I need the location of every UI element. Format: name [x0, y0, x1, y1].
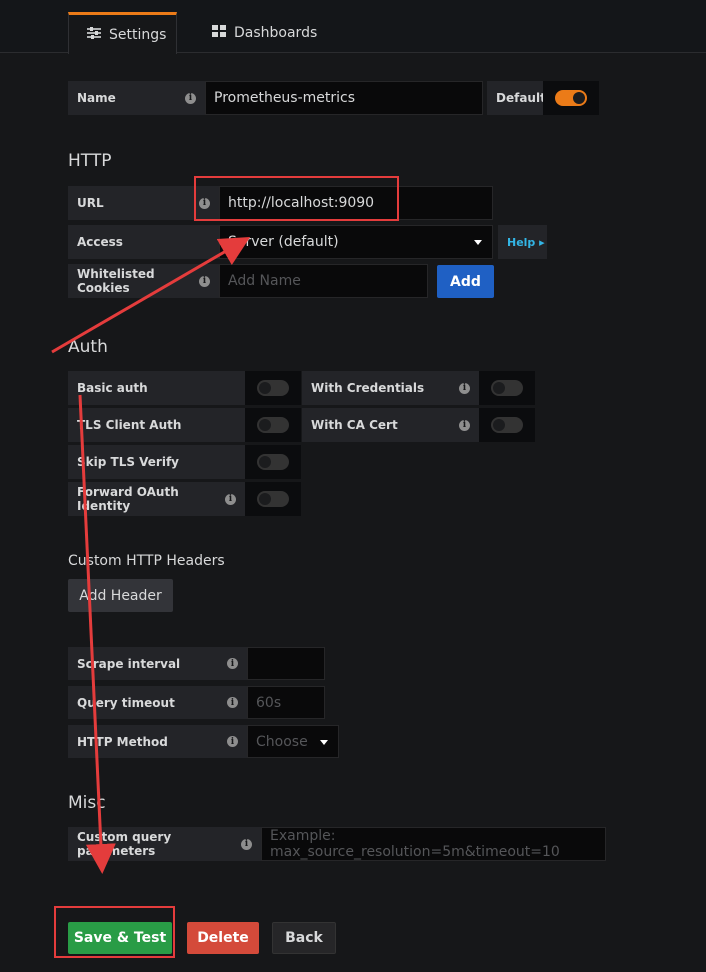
annotation-arrows [51, 236, 251, 874]
